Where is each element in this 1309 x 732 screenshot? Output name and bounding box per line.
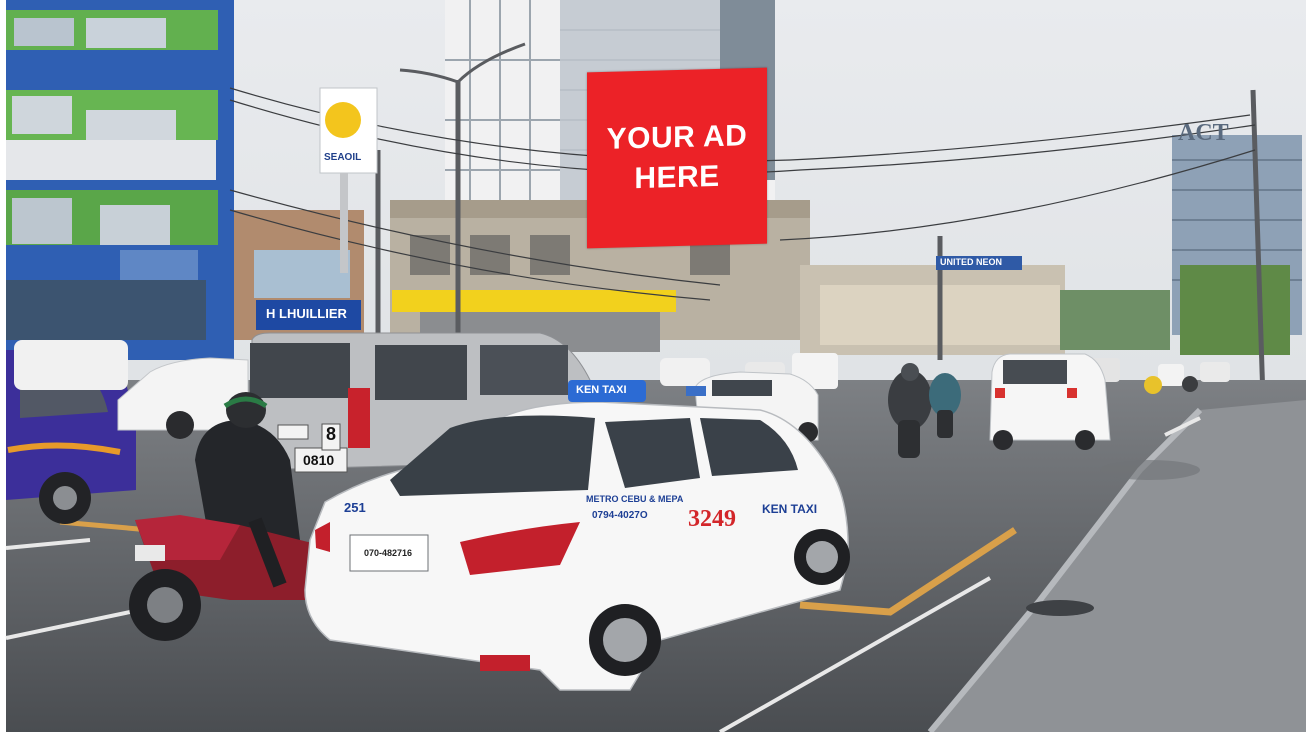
white-suv xyxy=(989,353,1111,450)
taxi-company: KEN TAXI xyxy=(762,502,818,516)
billboard-line-1: YOUR AD xyxy=(606,119,748,156)
taxi-plate: 070-482716 xyxy=(364,548,413,558)
van-plate-bottom: 0810 xyxy=(303,452,335,468)
taxi-number: 3249 xyxy=(688,506,736,532)
building-sign-text: ACT xyxy=(1178,120,1229,146)
puddle xyxy=(1026,600,1094,616)
taxi-side-text: METRO CEBU & MEPA xyxy=(586,494,684,504)
seaoil-sign-text: SEAOIL xyxy=(324,152,362,163)
billboard-line-2: HERE xyxy=(634,159,720,196)
united-neon-sign-text: UNITED NEON xyxy=(940,257,1003,267)
taxi-roof-sign: KEN TAXI xyxy=(576,384,627,396)
street-photo: YOUR AD HERE SEAOIL H LHUILLIER UNITED N… xyxy=(0,0,1309,732)
left-building xyxy=(6,0,234,360)
taxi-rear-number: 251 xyxy=(344,500,366,515)
van-plate-number: 8 xyxy=(326,424,337,444)
gas-station-canopy xyxy=(392,290,676,312)
white-minivan xyxy=(14,340,128,390)
ad-billboard: YOUR AD HERE xyxy=(587,67,767,249)
taxi-phone: 0794-4027O xyxy=(592,510,648,521)
lhuillier-sign-text: H LHUILLIER xyxy=(266,306,347,321)
